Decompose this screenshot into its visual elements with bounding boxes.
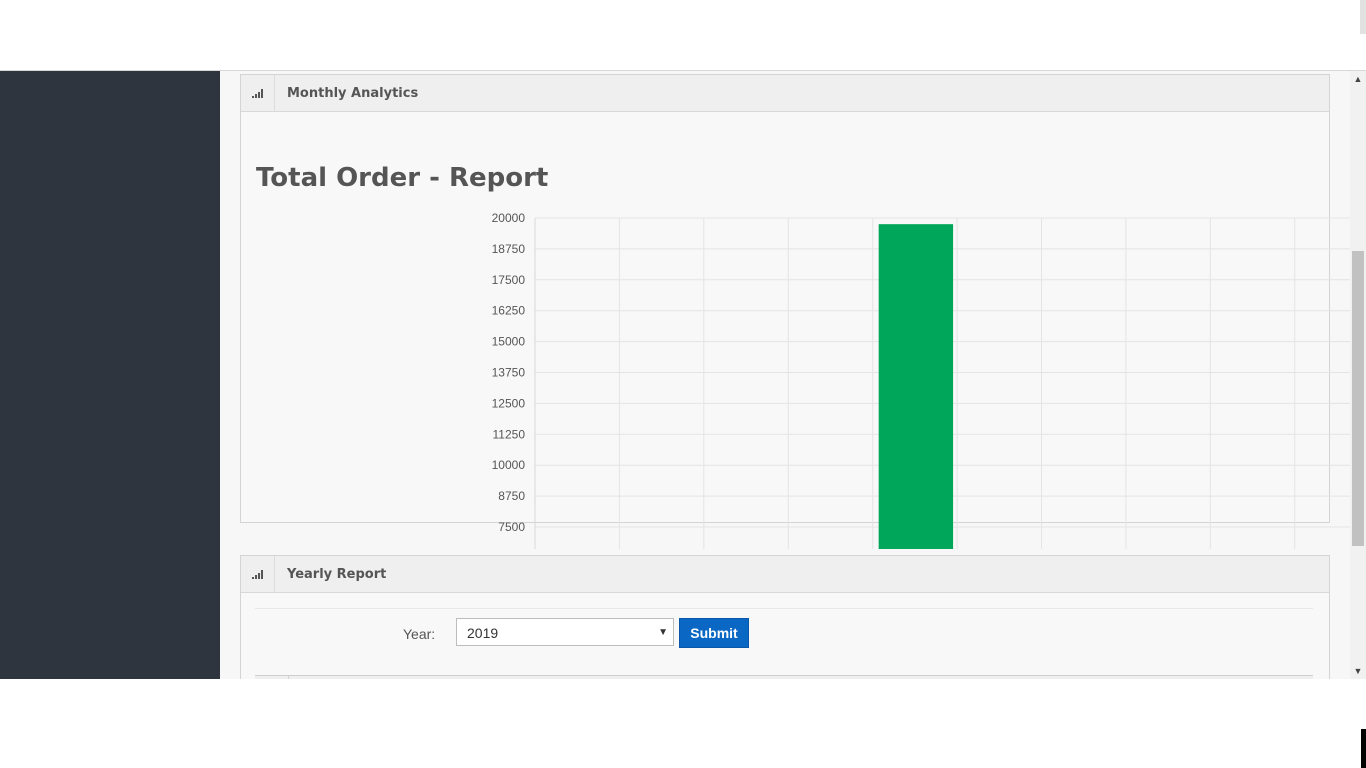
- y-tick-label: 10000: [492, 458, 526, 472]
- y-tick-label: 11250: [493, 427, 526, 441]
- scroll-down-arrow-icon[interactable]: ▼: [1350, 663, 1366, 679]
- panel-header: Monthly Analytics: [241, 75, 1329, 112]
- signal-bars-icon: [241, 556, 275, 592]
- yearly-report-panel: Yearly Report Year: 2019 ▼ Submit: [240, 555, 1330, 679]
- app-viewport: Monthly Analytics Total Order - Report Y…: [0, 71, 1366, 679]
- panel-header: Yearly Report: [241, 556, 1329, 593]
- chart-bar[interactable]: [878, 224, 954, 549]
- y-tick-label: 17500: [492, 273, 526, 287]
- sidebar: [0, 71, 220, 679]
- top-blank-area: [0, 0, 1366, 70]
- y-tick-label: 12500: [492, 396, 526, 410]
- y-tick-label: 20000: [492, 211, 526, 225]
- y-tick-label: 18750: [492, 242, 526, 256]
- main-content: Monthly Analytics Total Order - Report Y…: [220, 71, 1350, 679]
- y-tick-label: 8750: [498, 489, 525, 503]
- y-tick-label: 7500: [498, 520, 525, 534]
- table-header-cell: [255, 676, 289, 679]
- scrollbar-thumb[interactable]: [1352, 251, 1364, 546]
- year-select[interactable]: 2019 ▼: [456, 618, 674, 646]
- chart-title: Total Order - Report: [256, 163, 549, 193]
- y-tick-label: 15000: [492, 335, 526, 349]
- submit-button[interactable]: Submit: [679, 618, 749, 648]
- year-select-value: 2019: [467, 625, 499, 641]
- yearly-table: [255, 675, 1313, 679]
- scroll-up-arrow-icon[interactable]: ▲: [1350, 71, 1366, 87]
- vertical-scrollbar[interactable]: ▲ ▼: [1350, 71, 1366, 679]
- window-corner-bottom: [1361, 729, 1366, 768]
- y-tick-label: 16250: [492, 304, 526, 318]
- total-order-chart: 20000 18750 17500 16250 15000 13750 12500 11250…: [492, 211, 1350, 549]
- panel-title: Monthly Analytics: [287, 86, 419, 101]
- form-divider: [255, 608, 1313, 609]
- signal-bars-icon: [241, 75, 275, 111]
- year-label: Year:: [403, 626, 436, 642]
- y-tick-label: 13750: [492, 366, 526, 380]
- year-form: Year: 2019 ▼ Submit: [241, 618, 1329, 650]
- window-corner-top: [1360, 0, 1366, 34]
- panel-title: Yearly Report: [287, 567, 387, 582]
- chevron-down-icon: ▼: [658, 627, 668, 638]
